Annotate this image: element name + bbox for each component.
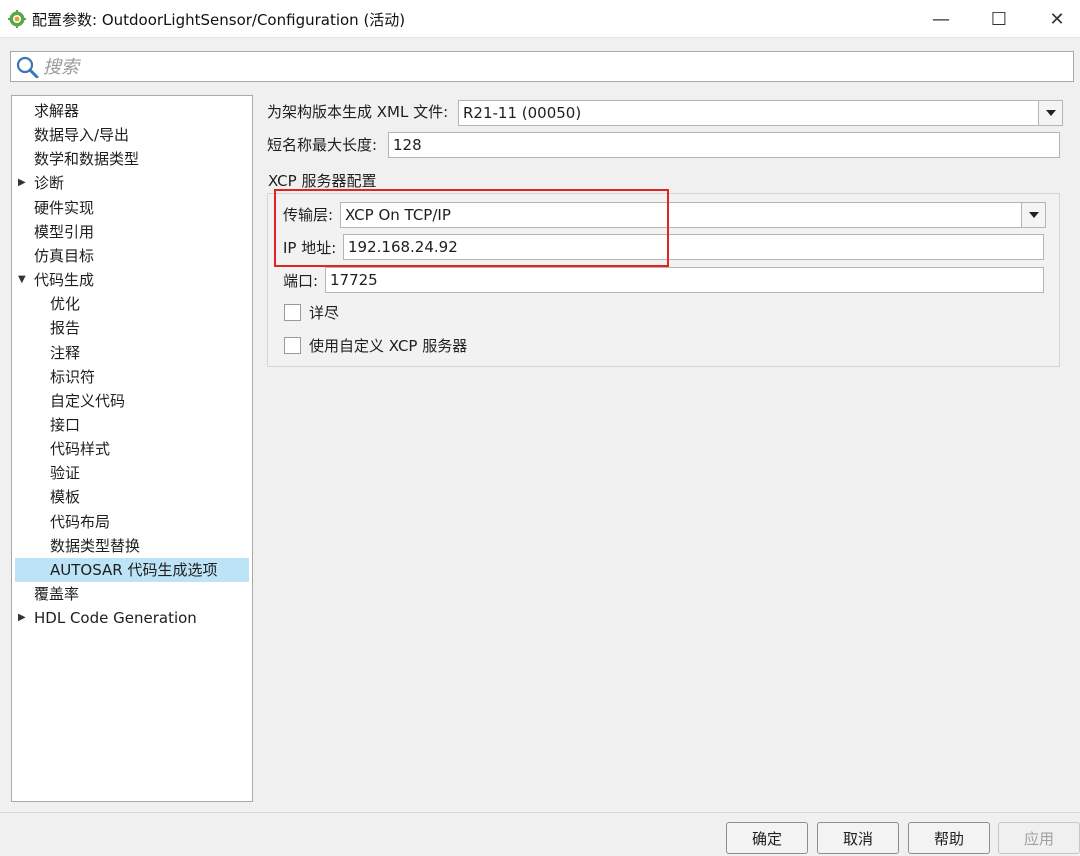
window-title: 配置参数: OutdoorLightSensor/Configuration (… [32, 11, 406, 29]
tree-item-label: 仿真目标 [34, 246, 95, 265]
tree-item-label: 数据导入/导出 [34, 126, 130, 145]
tree-item-label: 模板 [50, 488, 81, 507]
short-name-length-label: 短名称最大长度: [267, 136, 378, 154]
tree-item-label: 求解器 [34, 102, 80, 120]
tree-item-label: 代码样式 [50, 440, 111, 459]
tree-item-label: 报告 [50, 319, 81, 338]
tree-item[interactable]: 仿真目标 [12, 244, 248, 268]
tree-item-label: 硬件实现 [34, 198, 95, 217]
caret-right-icon[interactable]: ▶ [18, 171, 26, 195]
tree-item[interactable]: ▶ HDL Code Generation [12, 606, 248, 630]
title-bar: 配置参数: OutdoorLightSensor/Configuration (… [0, 0, 1080, 38]
tree-item-label: AUTOSAR 代码生成选项 [50, 560, 218, 579]
caret-down-icon[interactable]: ▼ [18, 268, 26, 292]
tree-item-label: 优化 [50, 295, 81, 314]
ok-button[interactable]: 确定 [726, 822, 808, 854]
search-box[interactable] [10, 51, 1074, 82]
dropdown-button[interactable] [1038, 101, 1062, 125]
tree-item[interactable]: 标识符 [12, 365, 248, 389]
tree-item-label: 验证 [50, 464, 81, 483]
tree-item-label: 覆盖率 [34, 585, 80, 603]
tree-item-label: 数学和数据类型 [34, 150, 140, 169]
custom-xcp-server-label: 使用自定义 XCP 服务器 [309, 337, 468, 355]
matlab-config-icon [8, 10, 26, 28]
tree-item[interactable]: 代码样式 [12, 437, 248, 461]
tree-item[interactable]: ▼ 代码生成 [12, 268, 248, 292]
tree-item[interactable]: 自定义代码 [12, 389, 248, 413]
tree-item-label: HDL Code Generation [34, 609, 197, 628]
tree-item-label: 模型引用 [34, 222, 95, 241]
tree-item[interactable]: 数据类型替换 [12, 534, 248, 558]
xml-version-value: R21-11 (00050) [463, 104, 582, 122]
tree-item[interactable]: 数学和数据类型 [12, 147, 248, 171]
tree-item-label: 数据类型替换 [50, 536, 141, 555]
tree-item[interactable]: 代码布局 [12, 510, 248, 534]
maximize-button[interactable]: ☐ [974, 0, 1024, 38]
dropdown-button[interactable] [1021, 203, 1045, 227]
chevron-down-icon [1028, 212, 1039, 218]
minimize-button[interactable]: — [916, 0, 966, 38]
help-button[interactable]: 帮助 [908, 822, 990, 854]
maximize-icon: ☐ [990, 8, 1008, 30]
close-icon: ✕ [1049, 8, 1065, 30]
xcp-group-title: XCP 服务器配置 [268, 172, 377, 190]
tree-item[interactable]: 数据导入/导出 [12, 123, 248, 147]
tree-item[interactable]: 接口 [12, 413, 248, 437]
tree-item-label: 接口 [50, 415, 81, 434]
tree-item[interactable]: 优化 [12, 292, 248, 316]
verbose-checkbox[interactable] [284, 304, 301, 321]
tree-item[interactable]: 注释 [12, 341, 248, 365]
close-button[interactable]: ✕ [1032, 0, 1080, 38]
minimize-icon: — [932, 8, 950, 30]
tree-item[interactable]: 硬件实现 [12, 196, 248, 220]
tree-item[interactable]: 覆盖率 [12, 582, 248, 606]
xml-version-label: 为架构版本生成 XML 文件: [267, 103, 449, 121]
tree-item[interactable]: 模板 [12, 485, 248, 509]
tree-item-label: 注释 [50, 343, 81, 362]
tree-item[interactable]: 报告 [12, 316, 248, 340]
tree-item-label: 自定义代码 [50, 391, 126, 410]
cancel-button[interactable]: 取消 [817, 822, 899, 854]
caret-right-icon[interactable]: ▶ [18, 606, 26, 630]
button-bar: 确定 取消 帮助 应用 [0, 812, 1080, 856]
chevron-down-icon [1045, 110, 1056, 116]
xml-version-select[interactable]: R21-11 (00050) [458, 100, 1063, 126]
search-icon [16, 56, 39, 78]
tree-item[interactable]: 求解器 [12, 99, 248, 123]
custom-xcp-server-checkbox[interactable] [284, 337, 301, 354]
short-name-length-input[interactable]: 128 [388, 132, 1060, 158]
search-input[interactable] [43, 55, 1063, 79]
tree-item-label: 标识符 [50, 367, 96, 386]
tree-item[interactable]: ▶ 诊断 [12, 171, 248, 195]
tree-item-label: 代码生成 [34, 271, 95, 290]
tree-item[interactable]: 模型引用 [12, 220, 248, 244]
verbose-label: 详尽 [309, 304, 340, 322]
port-input[interactable]: 17725 [325, 267, 1044, 293]
apply-button: 应用 [998, 822, 1080, 854]
tree-item-label: 诊断 [34, 174, 65, 193]
port-label: 端口: [283, 272, 319, 290]
highlight-annotation [274, 189, 669, 267]
tree-item[interactable]: 验证 [12, 461, 248, 485]
tree-item-label: 代码布局 [50, 512, 111, 531]
category-tree: 求解器数据导入/导出 数学和数据类型 ▶ 诊断硬件实现模型引用仿真目标 ▼ 代码生成优化报… [11, 95, 253, 802]
tree-item[interactable]: AUTOSAR 代码生成选项 [15, 557, 249, 582]
